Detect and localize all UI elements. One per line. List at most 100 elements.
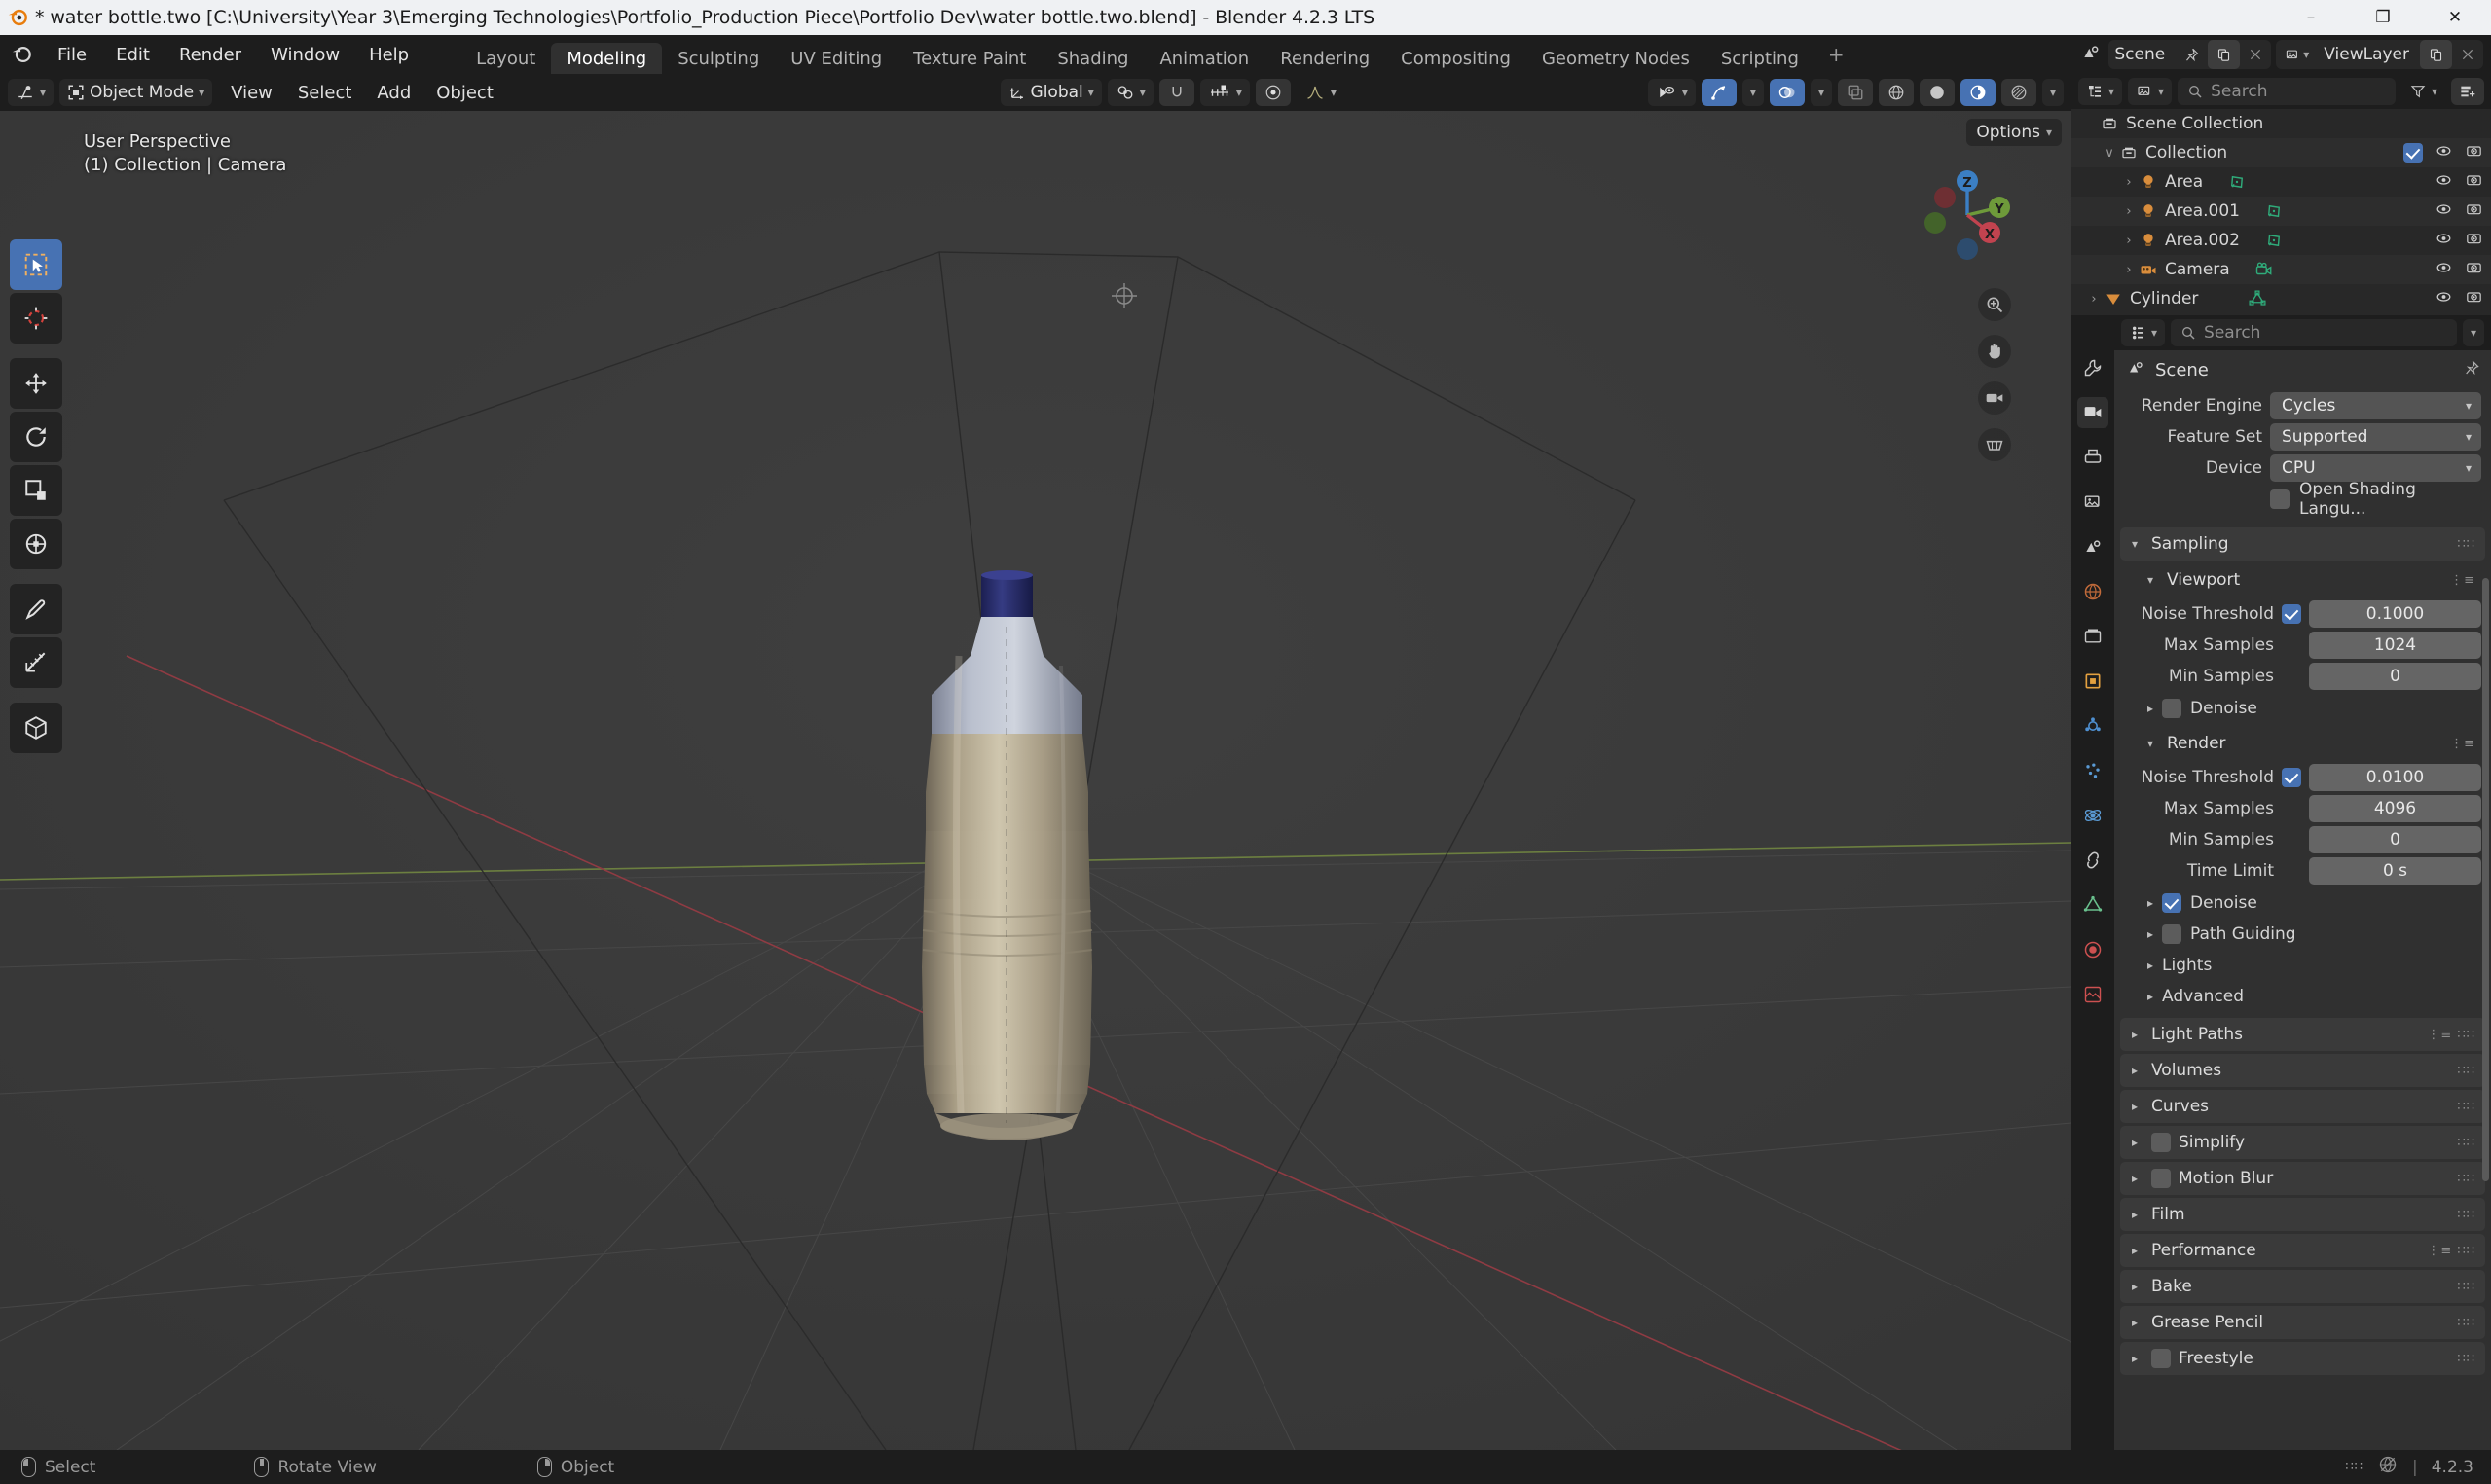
workspace-tab-texture-paint[interactable]: Texture Paint (897, 43, 1042, 74)
drag-dots-icon[interactable]: ∷∷ (2457, 1172, 2475, 1186)
workspace-tab-geometry-nodes[interactable]: Geometry Nodes (1526, 43, 1705, 74)
viewport-noise-threshold-value[interactable]: 0.1000 (2309, 600, 2481, 628)
pin-id-icon[interactable] (2464, 360, 2479, 380)
snap-pivot-button[interactable]: ▾ (1107, 79, 1154, 106)
pan-hand-icon[interactable] (1978, 335, 2011, 368)
transform-orientation-selector[interactable]: Global ▾ (1000, 79, 1102, 106)
panel-sampling-viewport[interactable]: ▾ Viewport ⋮≡ (2136, 563, 2485, 597)
outliner-row-area-002[interactable]: › Area.002 (2071, 226, 2491, 255)
panel-film[interactable]: ▸ Film ∷∷ (2120, 1198, 2485, 1231)
menu-window[interactable]: Window (256, 35, 354, 74)
disable-in-renders-icon[interactable] (2465, 289, 2483, 309)
disclosure-triangle[interactable]: › (2118, 175, 2140, 190)
tab-world[interactable] (2077, 576, 2108, 607)
disable-in-renders-icon[interactable] (2465, 231, 2483, 251)
feature-set-dropdown[interactable]: Supported ▾ (2270, 423, 2481, 451)
new-viewlayer-icon[interactable] (2420, 40, 2452, 69)
drag-dots-icon[interactable]: ∷∷ (2457, 537, 2475, 552)
panel-curves[interactable]: ▸ Curves ∷∷ (2120, 1090, 2485, 1123)
outliner-tree[interactable]: Scene Collection ∨ Collection › Area › Area.00… (2071, 109, 2491, 315)
delete-scene-icon[interactable] (2240, 40, 2271, 69)
ortho-perspective-icon[interactable] (1978, 428, 2011, 461)
light-data-icon[interactable] (2265, 232, 2283, 249)
outliner-editor[interactable]: ▾ ▾ Search ▾ Scene Collection ∨ Collection… (2071, 74, 2491, 315)
disclosure-triangle[interactable]: › (2118, 263, 2140, 277)
properties-content[interactable]: ▾ Search ▾ Scene Render Engine Cycles ▾ … (2114, 315, 2491, 1450)
render-denoise-row[interactable]: ▸ Denoise (2114, 887, 2491, 919)
gizmo-options-button[interactable]: ▾ (1741, 79, 1764, 106)
visibility-selector[interactable]: ▾ (1647, 79, 1696, 106)
menu-file[interactable]: File (43, 35, 101, 74)
tab-scene[interactable] (2077, 531, 2108, 562)
render-noise-threshold-value[interactable]: 0.0100 (2309, 764, 2481, 791)
viewport-min-samples-value[interactable]: 0 (2309, 663, 2481, 690)
viewport-max-samples-value[interactable]: 1024 (2309, 632, 2481, 659)
menu-render[interactable]: Render (165, 35, 256, 74)
drag-dots-icon[interactable]: ∷∷ (2457, 1100, 2475, 1114)
panel-performance[interactable]: ▸ Performance ⋮≡ ∷∷ (2120, 1234, 2485, 1267)
tab-collection[interactable] (2077, 621, 2108, 652)
tab-physics[interactable] (2077, 800, 2108, 831)
drag-dots-icon[interactable]: ∷∷ (2345, 1460, 2363, 1474)
disclosure-triangle[interactable]: › (2118, 204, 2140, 219)
workspace-tab-shading[interactable]: Shading (1042, 43, 1144, 74)
snap-toggle-button[interactable] (1158, 79, 1194, 106)
hide-in-viewport-icon[interactable] (2435, 231, 2453, 251)
workspace-tab-uv-editing[interactable]: UV Editing (775, 43, 897, 74)
properties-scrollbar[interactable] (2482, 578, 2489, 1181)
viewport-menu-view[interactable]: View (218, 74, 285, 111)
tool-add-cube[interactable] (10, 703, 62, 753)
render-noise-threshold-checkbox[interactable] (2282, 768, 2301, 787)
preset-menu-icon[interactable]: ⋮≡ (2450, 737, 2475, 751)
viewport-menu-object[interactable]: Object (423, 74, 506, 111)
tool-scale[interactable] (10, 465, 62, 516)
disclosure-triangle[interactable]: › (2083, 292, 2105, 307)
collection-exclude-checkbox[interactable] (2403, 143, 2423, 163)
disable-in-renders-icon[interactable] (2465, 172, 2483, 193)
panel-grease-pencil[interactable]: ▸ Grease Pencil ∷∷ (2120, 1306, 2485, 1339)
tab-constraints[interactable] (2077, 845, 2108, 876)
close-button[interactable]: ✕ (2419, 0, 2491, 35)
tab-render[interactable] (2077, 397, 2108, 428)
viewport-menu-add[interactable]: Add (364, 74, 423, 111)
light-data-icon[interactable] (2228, 173, 2246, 191)
workspace-tab-sculpting[interactable]: Sculpting (662, 43, 775, 74)
hide-in-viewport-icon[interactable] (2435, 143, 2453, 163)
tool-select-box[interactable] (10, 239, 62, 290)
tab-data[interactable] (2077, 889, 2108, 921)
mesh-data-icon[interactable] (2249, 290, 2266, 308)
panel-bake[interactable]: ▸ Bake ∷∷ (2120, 1270, 2485, 1303)
workspace-tab-animation[interactable]: Animation (1144, 43, 1264, 74)
blender-menu-icon[interactable] (0, 44, 43, 65)
tab-modifiers[interactable] (2077, 710, 2108, 742)
path-guiding-row[interactable]: ▸ Path Guiding (2114, 919, 2491, 950)
zoom-icon[interactable] (1978, 288, 2011, 321)
panel-enable-checkbox[interactable] (2151, 1349, 2171, 1368)
tool-annotate[interactable] (10, 584, 62, 634)
workspace-tab-modeling[interactable]: Modeling (551, 43, 663, 74)
disclosure-triangle[interactable]: ∨ (2099, 146, 2120, 161)
proportional-editing-toggle[interactable] (1255, 79, 1291, 106)
scene-selector[interactable]: Scene (2108, 40, 2272, 69)
render-denoise-checkbox[interactable] (2162, 893, 2182, 913)
panel-light-paths[interactable]: ▸ Light Paths ⋮≡ ∷∷ (2120, 1018, 2485, 1051)
pin-icon[interactable] (2176, 40, 2208, 69)
drag-dots-icon[interactable]: ∷∷ (2457, 1316, 2475, 1330)
viewport-options-button[interactable]: Options ▾ (1966, 119, 2062, 146)
panel-freestyle[interactable]: ▸ Freestyle ∷∷ (2120, 1342, 2485, 1375)
drag-dots-icon[interactable]: ∷∷ (2457, 1280, 2475, 1294)
shading-solid-button[interactable] (1919, 79, 1955, 106)
hide-in-viewport-icon[interactable] (2435, 172, 2453, 193)
editor-type-button[interactable]: ▾ (8, 79, 55, 106)
properties-editor[interactable]: ▾ Search ▾ Scene Render Engine Cycles ▾ … (2071, 315, 2491, 1450)
render-min-samples-value[interactable]: 0 (2309, 826, 2481, 853)
viewport-denoise-row[interactable]: ▸ Denoise (2114, 693, 2491, 724)
add-workspace-button[interactable]: + (1814, 43, 1858, 66)
outliner-row-area-001[interactable]: › Area.001 (2071, 197, 2491, 226)
viewlayer-icon[interactable]: ▾ (2276, 40, 2318, 69)
lights-subpanel-row[interactable]: ▸ Lights (2114, 950, 2491, 981)
hide-in-viewport-icon[interactable] (2435, 201, 2453, 222)
outliner-new-collection-button[interactable] (2451, 78, 2484, 105)
drag-dots-icon[interactable]: ⋮≡ ∷∷ (2427, 1028, 2475, 1042)
maximize-button[interactable]: ❐ (2347, 0, 2419, 35)
